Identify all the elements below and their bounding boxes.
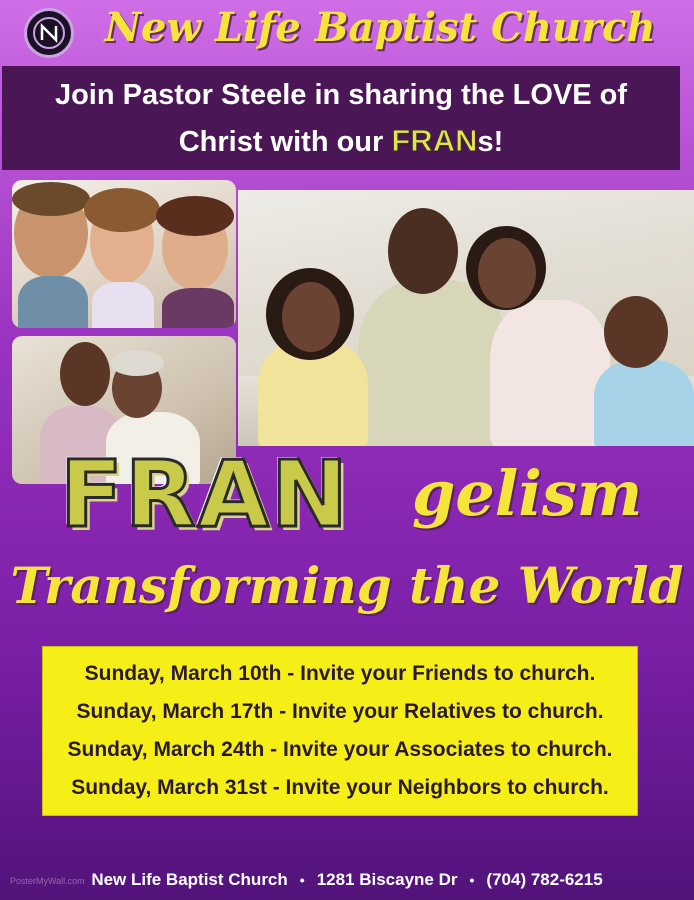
schedule-box: Sunday, March 10th - Invite your Friends… xyxy=(42,646,638,816)
footer: New Life Baptist Church • 1281 Biscayne … xyxy=(0,866,694,894)
header: New Life Baptist Church xyxy=(0,0,694,66)
tagline: Transforming the World xyxy=(10,556,684,615)
banner-line-2-prefix: Christ with our xyxy=(178,125,392,158)
family-photo-top-left xyxy=(12,180,236,328)
family-photo-large xyxy=(238,190,694,446)
banner-line-2: Christ with our FRANs! xyxy=(55,118,627,165)
frangelism-heading: FRAN gelism xyxy=(20,440,680,550)
banner-line-1: Join Pastor Steele in sharing the LOVE o… xyxy=(54,78,628,111)
church-logo xyxy=(24,8,74,58)
n-monogram-logo-icon xyxy=(33,17,65,49)
banner-line-2-suffix: s! xyxy=(477,125,504,158)
banner-fran-emphasis: FRAN xyxy=(391,122,478,158)
schedule-line-friends: Sunday, March 10th - Invite your Friends… xyxy=(84,662,596,685)
invitation-banner: Join Pastor Steele in sharing the LOVE o… xyxy=(2,66,680,170)
gelism-script-text: gelism xyxy=(412,457,643,530)
footer-separator: • xyxy=(469,872,475,888)
schedule-line-relatives: Sunday, March 17th - Invite your Relativ… xyxy=(76,700,604,723)
footer-separator: • xyxy=(299,872,305,888)
schedule-line-associates: Sunday, March 24th - Invite your Associa… xyxy=(67,738,613,761)
footer-address: 1281 Biscayne Dr xyxy=(316,870,458,889)
footer-phone: (704) 782-6215 xyxy=(486,870,603,889)
fran-block-text: FRAN xyxy=(59,440,350,550)
church-title: New Life Baptist Church xyxy=(104,4,656,51)
footer-church-name: New Life Baptist Church xyxy=(91,870,288,889)
schedule-line-neighbors: Sunday, March 31st - Invite your Neighbo… xyxy=(71,776,609,799)
